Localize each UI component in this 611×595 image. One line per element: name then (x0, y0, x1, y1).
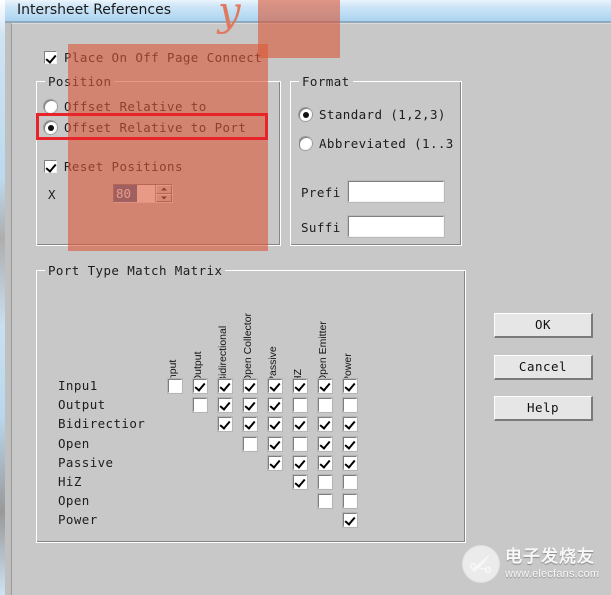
matrix-checkbox[interactable] (267, 378, 283, 394)
format-group-legend: Format (299, 74, 353, 89)
matrix-column-header: Open Collector (242, 312, 254, 383)
matrix-checkbox[interactable] (167, 378, 183, 394)
matrix-checkbox[interactable] (342, 435, 358, 452)
matrix-checkbox[interactable] (317, 416, 333, 433)
help-button[interactable]: Help (494, 396, 593, 421)
suffix-label: Suffi (301, 220, 341, 235)
offset-relative-to-port-label: Offset Relative to Port (64, 120, 247, 135)
spinner-down-icon[interactable] (156, 193, 172, 202)
standard-format-row[interactable]: Standard (1,2,3) (299, 107, 446, 122)
matrix-checkbox[interactable] (242, 435, 258, 452)
matrix-column-header: Open Emitter (317, 321, 329, 383)
x-offset-value[interactable]: 80 (114, 185, 137, 202)
matrix-checkbox[interactable] (342, 474, 358, 490)
place-on-off-page-connect-label: Place On Off Page Connect (64, 50, 263, 65)
matrix-checkbox[interactable] (292, 378, 308, 394)
matrix-checkbox[interactable] (242, 397, 258, 414)
matrix-checkbox[interactable] (292, 397, 308, 414)
reset-positions-label: Reset Positions (64, 159, 183, 174)
matrix-checkbox[interactable] (342, 512, 358, 529)
matrix-checkbox[interactable] (317, 493, 333, 510)
matrix-checkbox[interactable] (317, 454, 333, 471)
matrix-checkbox[interactable] (242, 416, 258, 433)
cancel-button[interactable]: Cancel (494, 355, 593, 380)
abbreviated-format-radio[interactable] (299, 137, 312, 150)
window-title: Intersheet References (17, 2, 171, 18)
matrix-checkbox[interactable] (317, 435, 333, 452)
offset-relative-to-radio[interactable] (44, 100, 57, 113)
matrix-checkbox[interactable] (217, 397, 233, 414)
matrix-checkbox[interactable] (267, 454, 283, 471)
x-offset-spin-buttons[interactable] (155, 185, 172, 202)
offset-relative-to-port-row[interactable]: Offset Relative to Port (44, 120, 246, 135)
x-field-label: X (48, 187, 56, 202)
matrix-checkbox[interactable] (292, 474, 308, 490)
matrix-row-label: Output (58, 397, 106, 413)
matrix-row-label: HiZ (58, 474, 82, 489)
matrix-checkbox[interactable] (217, 378, 233, 394)
matrix-row-label: Open (58, 435, 90, 451)
offset-relative-to-row[interactable]: Offset Relative to (44, 99, 207, 114)
matrix-checkbox[interactable] (267, 435, 283, 452)
prefix-input[interactable] (347, 180, 445, 203)
matrix-checkbox[interactable] (192, 378, 208, 394)
prefix-label: Prefi (301, 185, 341, 200)
matrix-checkbox[interactable] (292, 454, 308, 471)
matrix-checkbox[interactable] (342, 378, 358, 394)
reset-positions-checkbox[interactable] (44, 160, 57, 173)
place-on-off-page-connect-checkbox[interactable] (44, 51, 57, 64)
matrix-row-label: Passive (58, 454, 114, 470)
matrix-checkbox[interactable] (342, 454, 358, 471)
matrix-checkbox[interactable] (267, 397, 283, 414)
matrix-checkbox[interactable] (342, 397, 358, 414)
matrix-checkbox[interactable] (317, 397, 333, 414)
matrix-checkbox[interactable] (317, 378, 333, 394)
x-offset-spinner[interactable]: 80 (113, 184, 173, 203)
matrix-column-header: Bidirectional (217, 325, 229, 383)
ok-button[interactable]: OK (494, 313, 593, 338)
matrix-column-header: Passive (267, 346, 279, 383)
position-group-legend: Position (45, 74, 115, 89)
matrix-checkbox[interactable] (292, 435, 308, 452)
matrix-checkbox[interactable] (292, 416, 308, 433)
matrix-row-label: Bidirectior (58, 416, 146, 432)
matrix-checkbox[interactable] (342, 493, 358, 510)
suffix-input[interactable] (347, 215, 445, 238)
title-bar: Intersheet References (5, 0, 611, 22)
abbreviated-format-row[interactable]: Abbreviated (1..3 (299, 136, 459, 151)
place-on-off-page-connect-row[interactable]: Place On Off Page Connect (44, 50, 262, 65)
spinner-up-icon[interactable] (156, 185, 172, 194)
x-offset-input-fill[interactable] (136, 185, 155, 202)
matrix-checkbox[interactable] (192, 397, 208, 414)
standard-format-radio[interactable] (299, 108, 312, 121)
matrix-checkbox[interactable] (342, 416, 358, 433)
matrix-row-label: Open (58, 493, 90, 509)
offset-relative-to-port-radio[interactable] (44, 121, 57, 134)
matrix-checkbox[interactable] (317, 474, 333, 490)
reset-positions-row[interactable]: Reset Positions (44, 159, 183, 174)
matrix-checkbox[interactable] (217, 416, 233, 433)
screenshot-root: Intersheet References Place On Off Page … (0, 0, 611, 595)
abbreviated-format-label: Abbreviated (1..3 (319, 136, 454, 151)
offset-relative-to-label: Offset Relative to (64, 99, 207, 114)
matrix-row-label: Power (58, 512, 98, 528)
matrix-row-label: Inpu1 (58, 378, 98, 393)
standard-format-label: Standard (1,2,3) (319, 107, 446, 122)
matrix-checkbox[interactable] (242, 378, 258, 394)
matrix-checkbox[interactable] (267, 416, 283, 433)
matrix-group-legend: Port Type Match Matrix (45, 263, 226, 278)
